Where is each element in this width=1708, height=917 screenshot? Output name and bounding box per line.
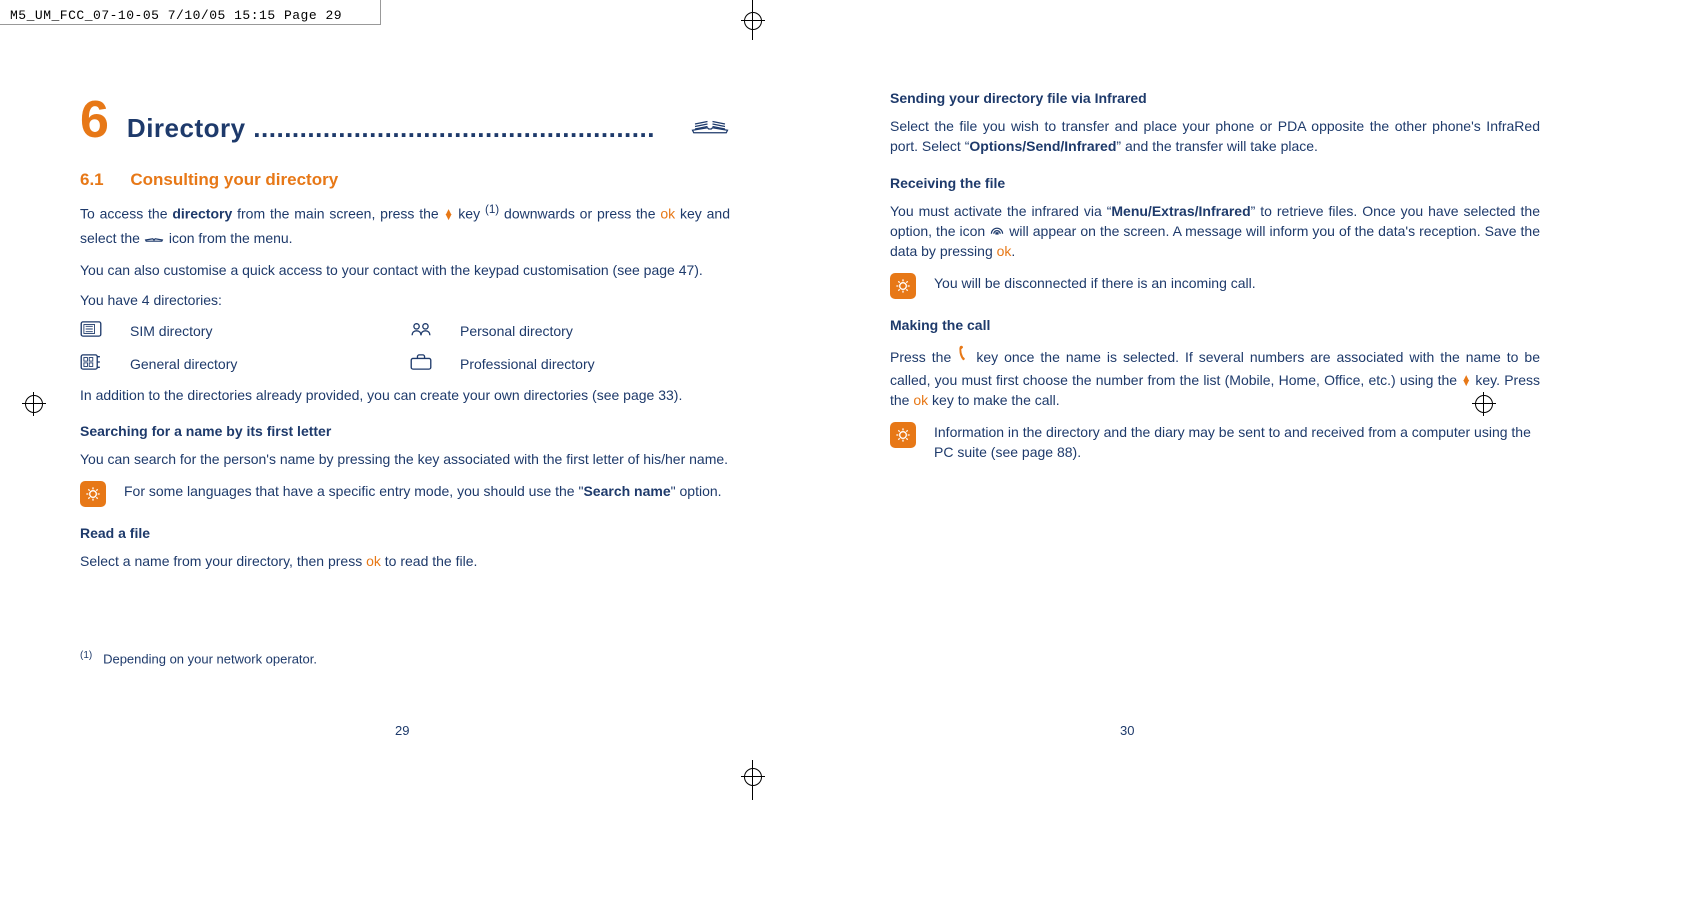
- crop-mark-bottom: [752, 760, 753, 800]
- page-spread: 6 Directory ............................…: [80, 70, 1648, 582]
- text: Press the: [890, 349, 957, 365]
- chapter-number: 6: [80, 90, 109, 150]
- personal-directory-icon: [410, 321, 450, 342]
- text: key: [453, 206, 484, 222]
- ok-key-icon: ok: [366, 553, 381, 569]
- footnote-text: Depending on your network operator.: [103, 651, 317, 666]
- text-bold: directory: [172, 206, 232, 222]
- paragraph-own-dirs: In addition to the directories already p…: [80, 385, 730, 405]
- subhead-readfile: Read a file: [80, 525, 730, 541]
- tip-icon: [890, 422, 916, 448]
- page-number-right: 30: [1120, 723, 1134, 738]
- tip-search-name: For some languages that have a specific …: [80, 481, 730, 507]
- footnote-marker: (1): [80, 650, 92, 661]
- text: Select a name from your directory, then …: [80, 553, 366, 569]
- general-directory-icon: [80, 354, 120, 375]
- paragraph-readfile: Select a name from your directory, then …: [80, 551, 730, 571]
- section-number: 6.1: [80, 170, 104, 189]
- tip-suffix: " option.: [671, 483, 722, 499]
- paragraph-making-call: Press the key once the name is selected.…: [890, 343, 1540, 410]
- footnote-ref: (1): [485, 203, 499, 216]
- paragraph-four-dirs: You have 4 directories:: [80, 290, 730, 310]
- infrared-icon: [989, 223, 1009, 239]
- tip-icon: [80, 481, 106, 507]
- nav-key-icon: ▲▼: [1461, 376, 1471, 386]
- sim-directory-icon: [80, 321, 120, 342]
- sim-directory-label: SIM directory: [130, 323, 400, 339]
- text-bold: Menu/Extras/Infrared: [1111, 203, 1250, 219]
- ok-key-icon: ok: [913, 392, 928, 408]
- chapter-title: Directory ..............................…: [127, 113, 672, 144]
- registration-mark-top: [744, 12, 762, 30]
- subhead-send-infrared: Sending your directory file via Infrared: [890, 90, 1540, 106]
- registration-mark-left: [25, 395, 43, 413]
- page-right: Sending your directory file via Infrared…: [890, 70, 1540, 582]
- registration-mark-bottom: [744, 768, 762, 786]
- paragraph-send-infrared: Select the file you wish to transfer and…: [890, 116, 1540, 157]
- print-slug: M5_UM_FCC_07-10-05 7/10/05 15:15 Page 29: [10, 8, 342, 23]
- section-heading: 6.1 Consulting your directory: [80, 170, 730, 190]
- paragraph-access: To access the directory from the main sc…: [80, 202, 730, 250]
- professional-directory-label: Professional directory: [460, 356, 730, 372]
- tip-icon: [890, 273, 916, 299]
- subhead-making-call: Making the call: [890, 317, 1540, 333]
- text: key once the name is selected. If severa…: [890, 349, 1540, 387]
- text: key to make the call.: [928, 392, 1060, 408]
- call-key-icon: [957, 346, 976, 366]
- personal-directory-label: Personal directory: [460, 323, 730, 339]
- page-number-left: 29: [395, 723, 409, 738]
- section-title: Consulting your directory: [130, 170, 338, 189]
- tip-pc-suite: Information in the directory and the dia…: [890, 422, 1540, 463]
- text: .: [1011, 243, 1015, 259]
- tip-bold: Search name: [583, 483, 670, 499]
- text: ” and the transfer will take place.: [1116, 138, 1318, 154]
- tip-text: For some languages that have a specific …: [124, 481, 730, 501]
- tip-text: Information in the directory and the dia…: [934, 422, 1540, 463]
- general-directory-label: General directory: [130, 356, 400, 372]
- chapter-heading: 6 Directory ............................…: [80, 90, 730, 150]
- tip-text: You will be disconnected if there is an …: [934, 273, 1540, 293]
- professional-directory-icon: [410, 354, 450, 375]
- text: To access the: [80, 206, 172, 222]
- text: to read the file.: [381, 553, 478, 569]
- directory-list: SIM directory Personal directory General…: [80, 321, 730, 375]
- menu-book-icon: [144, 227, 169, 247]
- page-left: 6 Directory ............................…: [80, 70, 730, 582]
- text: downwards or press the: [499, 206, 660, 222]
- text: You must activate the infrared via “: [890, 203, 1111, 219]
- subhead-receiving: Receiving the file: [890, 175, 1540, 191]
- paragraph-search: You can search for the person's name by …: [80, 449, 730, 469]
- paragraph-customise: You can also customise a quick access to…: [80, 260, 730, 280]
- text: from the main screen, press the: [232, 206, 443, 222]
- nav-key-icon: ▲▼: [444, 210, 454, 220]
- paragraph-receiving: You must activate the infrared via “Menu…: [890, 201, 1540, 262]
- directory-icon: [690, 111, 730, 140]
- tip-prefix: For some languages that have a specific …: [124, 483, 583, 499]
- text: icon from the menu.: [169, 230, 293, 246]
- ok-key-icon: ok: [660, 206, 675, 222]
- text-bold: Options/Send/Infrared: [969, 138, 1116, 154]
- tip-disconnect: You will be disconnected if there is an …: [890, 273, 1540, 299]
- ok-key-icon: ok: [997, 243, 1012, 259]
- subhead-search: Searching for a name by its first letter: [80, 423, 730, 439]
